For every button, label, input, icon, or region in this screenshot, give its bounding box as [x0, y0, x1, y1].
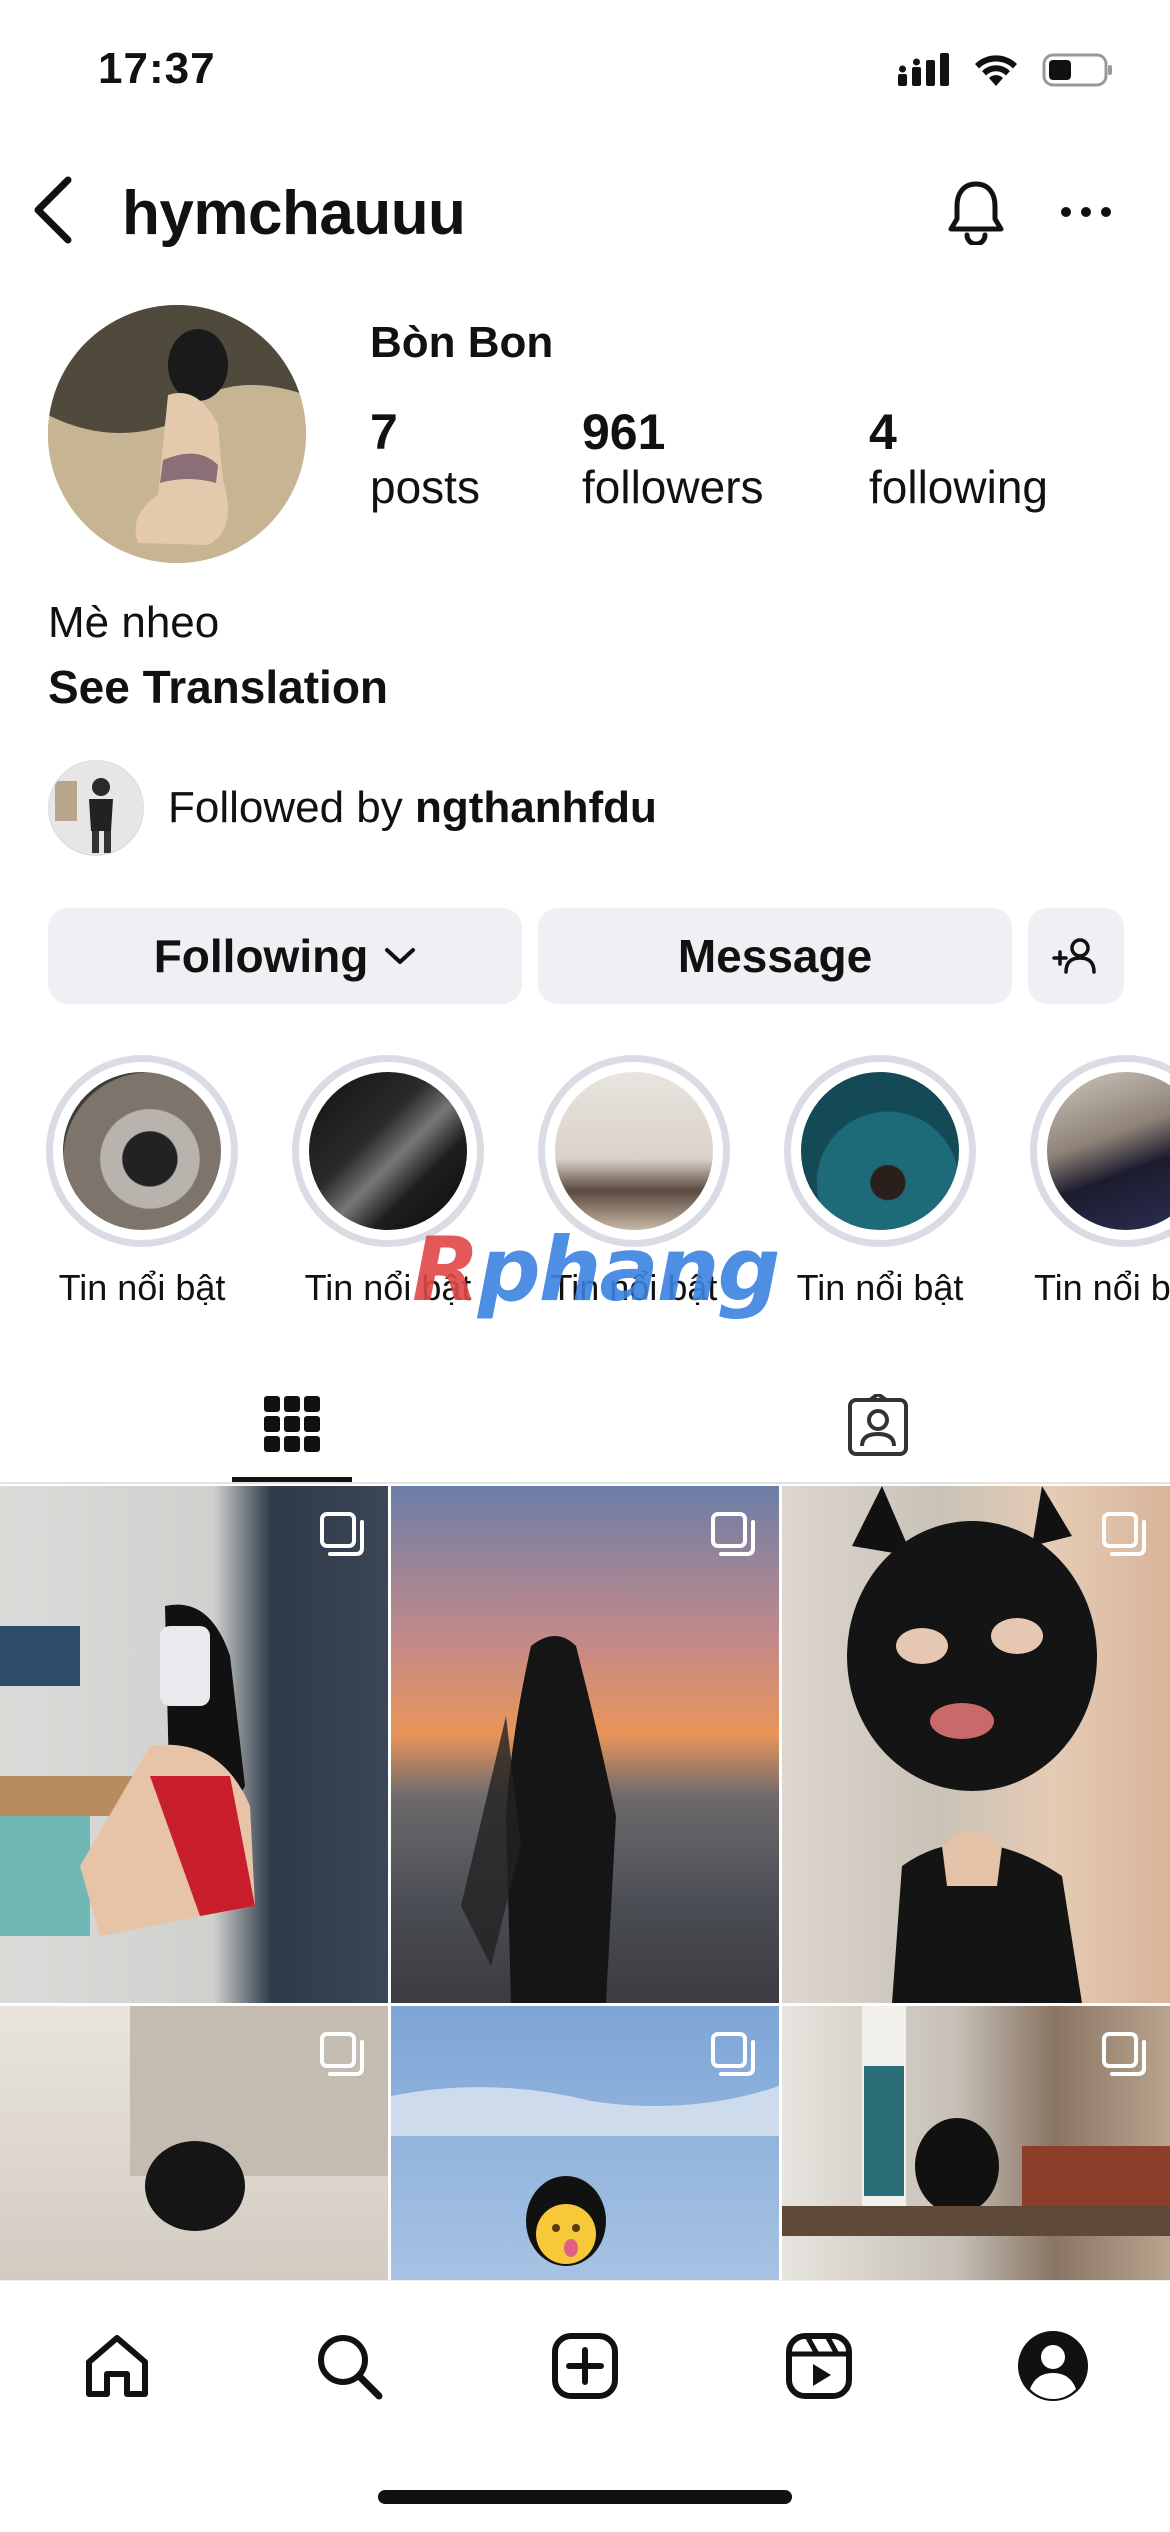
followers-count: 961 [582, 404, 666, 460]
more-options-button[interactable] [1050, 172, 1122, 252]
grid-post[interactable] [0, 2006, 388, 2280]
followed-by-row[interactable]: Followed by ngthanhfdu [48, 760, 657, 856]
see-translation-link[interactable]: See Translation [48, 660, 388, 714]
create-icon [552, 2333, 618, 2399]
bell-icon [948, 181, 1004, 245]
back-icon [34, 176, 72, 244]
highlight-thumbnail [1042, 1067, 1170, 1235]
highlight-item[interactable]: Tin nổi bật [780, 1055, 980, 1305]
following-label: following [869, 461, 1048, 513]
message-button[interactable]: Message [538, 908, 1012, 1004]
grid-post[interactable] [782, 1486, 1170, 2003]
profile-stats: 7 posts 961 followers 4 following [370, 405, 1048, 515]
highlight-label: Tin nổi bật [58, 1267, 226, 1305]
watermark-logo: Rphang [412, 1218, 780, 1321]
highlight-label: Tin nổi bật [796, 1267, 964, 1305]
nav-create[interactable] [540, 2321, 630, 2411]
chevron-down-icon [385, 948, 416, 964]
nav-search[interactable] [304, 2321, 394, 2411]
tab-posts-grid[interactable] [232, 1370, 352, 1482]
following-count: 4 [869, 404, 897, 460]
header-username: hymchauuu [122, 179, 466, 248]
multiple-photos-icon [320, 1512, 364, 1556]
home-indicator [378, 2490, 792, 2504]
followed-by-text: Followed by ngthanhfdu [168, 783, 657, 833]
highlight-ring [784, 1055, 976, 1247]
multiple-photos-icon [711, 1512, 755, 1556]
profile-tabs [0, 1370, 1170, 1484]
grid-post[interactable] [0, 1486, 388, 2003]
profile-actions: Following Message [48, 908, 1124, 1004]
highlight-label: Tin nổi b [1034, 1267, 1170, 1305]
highlight-item[interactable]: Tin nổi bật [42, 1055, 242, 1305]
add-person-icon [1052, 938, 1096, 974]
profile-bio: Mè nheo [48, 598, 220, 647]
nav-home[interactable] [72, 2321, 162, 2411]
highlight-thumbnail [58, 1067, 226, 1235]
highlight-thumbnail [550, 1067, 718, 1235]
grid-icon [264, 1395, 320, 1452]
status-icons [898, 52, 1114, 88]
home-icon [86, 2335, 148, 2397]
signal-icon [898, 53, 949, 86]
followed-by-prefix: Followed by [168, 783, 416, 832]
highlight-ring [46, 1055, 238, 1247]
nav-reels[interactable] [774, 2321, 864, 2411]
reels-icon [786, 2333, 852, 2399]
multiple-photos-icon [1102, 1512, 1146, 1556]
stat-following[interactable]: 4 following [869, 405, 1048, 515]
tagged-icon [848, 1394, 908, 1456]
follower-avatar [48, 760, 144, 856]
grid-post[interactable] [391, 2006, 779, 2280]
highlight-item[interactable]: Tin nổi b [1026, 1055, 1170, 1305]
posts-grid [0, 1486, 1170, 2280]
tab-tagged[interactable] [818, 1370, 938, 1482]
followed-by-username[interactable]: ngthanhfdu [415, 783, 657, 832]
notifications-button[interactable] [940, 172, 1012, 252]
avatar-photo [48, 305, 306, 563]
more-icon [1061, 207, 1111, 217]
grid-post[interactable] [782, 2006, 1170, 2280]
following-button-label: Following [153, 930, 369, 982]
post-thumbnail [847, 1486, 1097, 2003]
multiple-photos-icon [711, 2032, 755, 2076]
highlight-thumbnail [796, 1067, 964, 1235]
following-button[interactable]: Following [48, 908, 522, 1004]
status-time: 17:37 [98, 44, 216, 93]
suggested-people-button[interactable] [1028, 908, 1124, 1004]
posts-label: posts [370, 461, 480, 513]
stat-followers[interactable]: 961 followers [582, 405, 869, 515]
profile-avatar[interactable] [48, 305, 306, 563]
posts-count: 7 [370, 404, 398, 460]
nav-profile[interactable] [1008, 2321, 1098, 2411]
battery-icon [1042, 53, 1112, 87]
highlight-ring [1030, 1055, 1170, 1247]
message-button-label: Message [677, 930, 873, 982]
status-bar: 17:37 [0, 0, 1170, 150]
highlight-thumbnail [304, 1067, 472, 1235]
multiple-photos-icon [320, 2032, 364, 2076]
display-name: Bòn Bon [370, 318, 554, 367]
grid-post[interactable] [391, 1486, 779, 2003]
wifi-icon [975, 55, 1017, 86]
post-thumbnail [0, 1604, 255, 1936]
profile-icon [1018, 2331, 1088, 2401]
search-icon [318, 2335, 383, 2400]
post-thumbnail [461, 1636, 616, 2003]
multiple-photos-icon [1102, 2032, 1146, 2076]
stat-posts[interactable]: 7 posts [370, 405, 582, 515]
back-button[interactable] [22, 172, 82, 248]
followers-label: followers [582, 461, 764, 513]
profile-header: hymchauuu [0, 160, 1170, 260]
